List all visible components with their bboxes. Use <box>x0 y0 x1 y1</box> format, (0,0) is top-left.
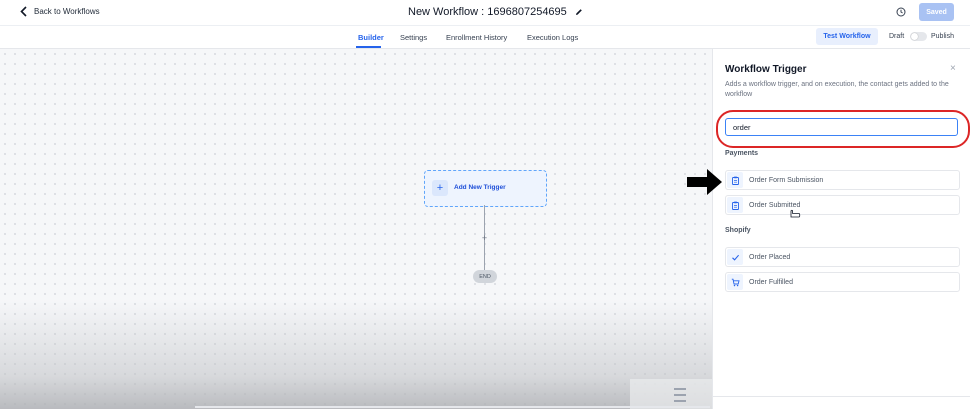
trigger-option-order-fulfilled[interactable]: Order Fulfilled <box>725 272 960 292</box>
test-workflow-button[interactable]: Test Workflow <box>816 28 878 45</box>
option-label: Order Fulfilled <box>749 279 793 286</box>
tab-execution-logs[interactable]: Execution Logs <box>527 33 578 42</box>
panel-divider <box>713 396 970 397</box>
minimap[interactable] <box>630 379 712 409</box>
option-label: Order Form Submission <box>749 177 824 184</box>
trigger-option-order-placed[interactable]: Order Placed <box>725 247 960 267</box>
minimap-mark <box>674 388 686 390</box>
workflow-title-text: New Workflow : 1696807254695 <box>408 6 567 18</box>
draft-label: Draft <box>889 33 905 40</box>
back-to-workflows-link[interactable]: Back to Workflows <box>20 6 100 17</box>
close-icon[interactable]: × <box>950 63 956 74</box>
active-tab-indicator <box>356 46 381 48</box>
end-node: END <box>473 270 497 283</box>
section-shopify: Shopify <box>725 227 751 234</box>
check-icon <box>727 249 743 265</box>
publish-label: Publish <box>931 33 954 40</box>
add-new-trigger-card[interactable]: + Add New Trigger <box>424 170 547 207</box>
tab-bar: Builder Settings Enrollment History Exec… <box>0 26 970 49</box>
tab-builder[interactable]: Builder <box>358 33 384 42</box>
workflow-title: New Workflow : 1696807254695 <box>408 6 583 18</box>
trigger-option-order-submitted[interactable]: Order Submitted <box>725 195 960 215</box>
chevron-left-icon <box>20 6 27 17</box>
trigger-search-input[interactable] <box>725 118 958 136</box>
panel-description: Adds a workflow trigger, and on executio… <box>725 81 949 98</box>
pencil-icon[interactable] <box>575 8 583 16</box>
canvas-bottom-bar <box>195 406 710 408</box>
cart-icon <box>727 274 743 290</box>
section-payments: Payments <box>725 150 759 157</box>
option-label: Order Placed <box>749 254 791 261</box>
minimap-mark <box>674 400 686 402</box>
annotation-arrow-icon <box>687 169 722 195</box>
trigger-option-order-form-submission[interactable]: Order Form Submission <box>725 170 960 190</box>
back-label: Back to Workflows <box>34 7 100 16</box>
publish-toggle[interactable] <box>910 32 927 41</box>
toggle-knob <box>911 33 918 40</box>
workflow-canvas[interactable]: + Add New Trigger + END <box>0 49 712 409</box>
clipboard-icon <box>727 172 743 188</box>
history-icon[interactable] <box>896 7 906 17</box>
minimap-mark <box>674 394 686 396</box>
canvas-shadow <box>0 299 712 409</box>
hand-cursor-icon <box>790 209 801 218</box>
add-step-button[interactable]: + <box>479 232 490 243</box>
tab-settings[interactable]: Settings <box>400 33 427 42</box>
clipboard-icon <box>727 197 743 213</box>
tab-enrollment-history[interactable]: Enrollment History <box>446 33 507 42</box>
saved-button[interactable]: Saved <box>919 3 954 21</box>
workflow-trigger-panel: Workflow Trigger × Adds a workflow trigg… <box>712 49 970 409</box>
plus-icon: + <box>432 180 448 196</box>
panel-title: Workflow Trigger <box>725 64 807 75</box>
add-trigger-label: Add New Trigger <box>454 184 506 191</box>
top-bar: Back to Workflows New Workflow : 1696807… <box>0 0 970 26</box>
